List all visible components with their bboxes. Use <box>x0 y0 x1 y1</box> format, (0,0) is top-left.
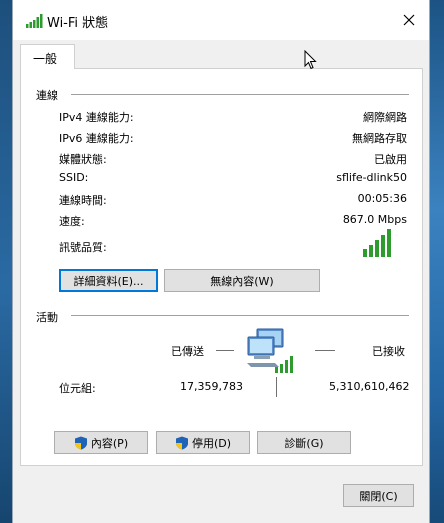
details-button[interactable]: 詳細資料(E)... <box>59 269 158 292</box>
properties-button-label: 內容(P) <box>90 436 129 450</box>
wireless-properties-button-label: 無線內容(W) <box>210 274 274 288</box>
close-icon <box>403 14 415 26</box>
network-adapter-icon <box>247 328 293 373</box>
connection-section-title: 連線 <box>36 89 58 102</box>
desktop-background-left <box>0 0 12 523</box>
tab-general-label: 一般 <box>33 52 58 66</box>
diagnose-button-label: 診斷(G) <box>284 436 324 450</box>
received-dash <box>315 350 335 351</box>
details-button-label: 詳細資料(E)... <box>73 274 144 288</box>
uac-shield-icon <box>74 436 87 449</box>
speed-value: 867.0 Mbps <box>342 213 407 226</box>
duration-value: 00:05:36 <box>357 192 407 205</box>
close-button-label: 關閉(C) <box>359 489 398 503</box>
connection-divider <box>71 94 409 95</box>
disable-button-label: 停用(D) <box>191 436 232 450</box>
window-title: Wi-Fi 狀態 <box>47 16 109 31</box>
properties-button[interactable]: 內容(P) <box>54 431 148 454</box>
mouse-cursor-icon <box>304 50 317 70</box>
bytes-separator <box>276 377 277 397</box>
general-panel: 連線 IPv4 連線能力: 網際網路 IPv6 連線能力: 無網路存取 媒體狀態… <box>20 68 423 466</box>
ipv6-value: 無網路存取 <box>352 132 407 145</box>
media-state-value: 已啟用 <box>374 153 407 166</box>
ipv4-value: 網際網路 <box>363 111 407 124</box>
close-button[interactable]: 關閉(C) <box>343 484 414 507</box>
close-window-button[interactable] <box>397 8 421 32</box>
signal-strength-icon <box>363 229 391 257</box>
uac-shield-icon <box>175 436 188 449</box>
activity-divider <box>71 315 409 316</box>
wireless-properties-button[interactable]: 無線內容(W) <box>164 269 320 292</box>
sent-label: 已傳送 <box>171 345 204 358</box>
desktop-background-right <box>430 0 444 523</box>
disable-button[interactable]: 停用(D) <box>156 431 250 454</box>
title-bar: Wi-Fi 狀態 <box>13 0 429 40</box>
bytes-label: 位元組: <box>59 382 96 395</box>
wifi-signal-icon <box>26 14 43 28</box>
ipv6-label: IPv6 連線能力: <box>59 132 134 145</box>
tab-general[interactable]: 一般 <box>20 44 75 69</box>
signal-quality-label: 訊號品質: <box>59 241 107 254</box>
wifi-status-dialog: Wi-Fi 狀態 一般 連線 IPv4 連線能力: 網際網路 IPv6 連線能力… <box>12 0 430 523</box>
ssid-value: sflife-dlink50 <box>336 171 407 184</box>
bytes-received-value: 5,310,610,462 <box>329 380 410 393</box>
bytes-sent-value: 17,359,783 <box>180 380 243 393</box>
sent-dash <box>216 350 234 351</box>
ipv4-label: IPv4 連線能力: <box>59 111 134 124</box>
diagnose-button[interactable]: 診斷(G) <box>257 431 351 454</box>
received-label: 已接收 <box>372 345 405 358</box>
ssid-label: SSID: <box>59 171 89 184</box>
speed-label: 速度: <box>59 215 85 228</box>
duration-label: 連線時間: <box>59 194 107 207</box>
media-state-label: 媒體狀態: <box>59 153 107 166</box>
activity-section-title: 活動 <box>36 311 58 324</box>
